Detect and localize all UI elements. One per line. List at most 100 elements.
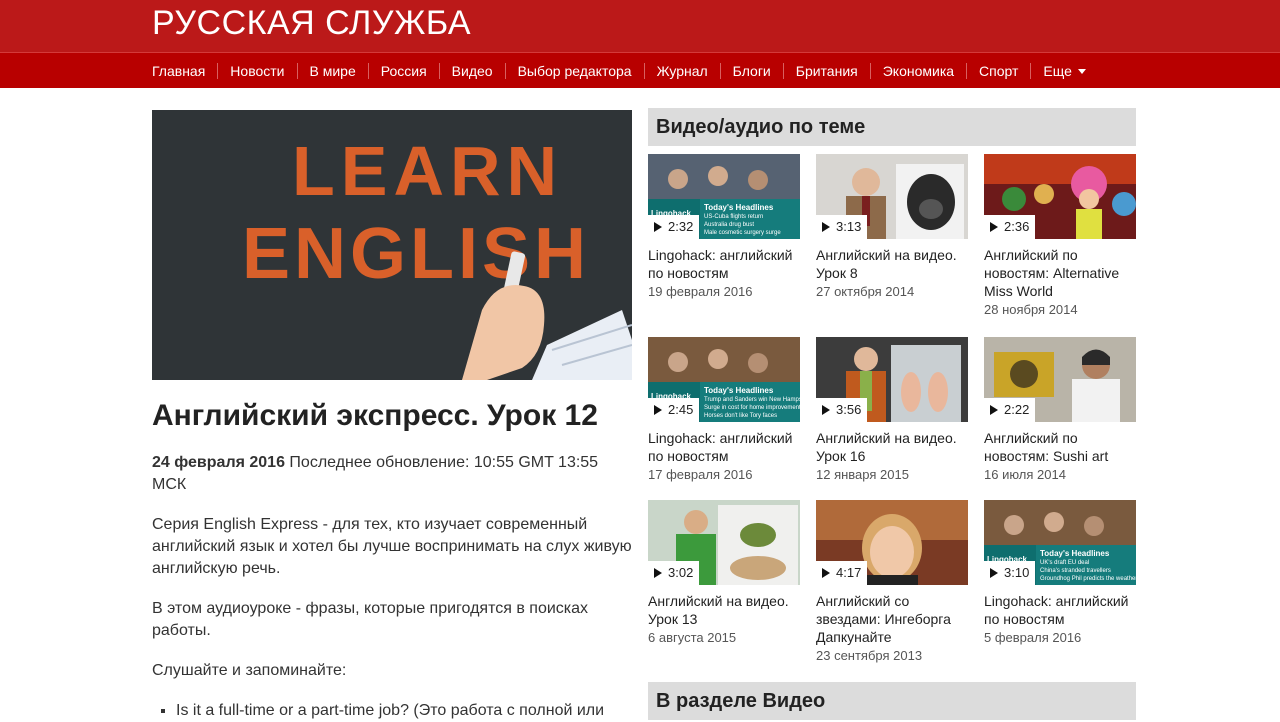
play-icon xyxy=(822,405,830,415)
duration-text: 2:45 xyxy=(668,402,694,417)
nav-item[interactable]: Блоги xyxy=(719,63,783,79)
duration-badge: 2:22 xyxy=(984,398,1036,422)
chevron-down-icon xyxy=(1077,68,1086,74)
main-article: LEARN ENGLISH Английский экспресс. Урок … xyxy=(152,110,632,722)
play-icon xyxy=(654,405,662,415)
media-card[interactable]: 3:56 Английский на видео. Урок 16 12 январ… xyxy=(816,337,968,483)
nav-more-label: Еще xyxy=(1043,63,1072,79)
card-title-link[interactable]: Lingohack: английский по новостям xyxy=(648,429,800,465)
video-thumbnail[interactable]: Lingohack Today's Headlines Trump and Sand… xyxy=(648,337,800,422)
svg-text:Today's Headlines: Today's Headlines xyxy=(704,203,774,212)
nav-item[interactable]: Россия xyxy=(367,63,439,79)
duration-text: 3:10 xyxy=(1004,565,1030,580)
card-title-link[interactable]: Английский со звездами: Ингеборга Дапкун… xyxy=(816,592,968,646)
card-date: 17 февраля 2016 xyxy=(648,467,753,482)
media-card[interactable]: 2:36 Английский по новостям: Alternative … xyxy=(984,154,1136,318)
media-card[interactable]: 3:02 Английский на видео. Урок 13 6 август… xyxy=(648,500,800,646)
article-date: 24 февраля 2016 xyxy=(152,454,285,471)
card-date: 12 января 2015 xyxy=(816,467,909,482)
media-card[interactable]: Lingohack Today's Headlines UK's draft EU … xyxy=(984,500,1136,646)
section-title: Видео/аудио по теме xyxy=(648,108,1136,146)
video-thumbnail[interactable]: 2:22 xyxy=(984,337,1136,422)
video-thumbnail[interactable]: 3:56 xyxy=(816,337,968,422)
card-title-link[interactable]: Английский на видео. Урок 8 xyxy=(816,246,968,282)
card-date: 6 августа 2015 xyxy=(648,630,737,645)
nav-item[interactable]: Новости xyxy=(217,63,296,79)
svg-text:Australia drug bust: Australia drug bust xyxy=(704,222,754,228)
play-icon xyxy=(990,405,998,415)
play-icon xyxy=(654,568,662,578)
card-title-link[interactable]: Lingohack: английский по новостям xyxy=(984,592,1136,628)
svg-text:Today's Headlines: Today's Headlines xyxy=(704,386,774,395)
nav-item[interactable]: Выбор редактора xyxy=(504,63,644,79)
card-date: 19 февраля 2016 xyxy=(648,284,753,299)
play-icon xyxy=(990,568,998,578)
duration-badge: 3:02 xyxy=(648,561,700,585)
nav-item[interactable]: Спорт xyxy=(966,63,1030,79)
card-date: 28 ноября 2014 xyxy=(984,302,1078,317)
article-title: Английский экспресс. Урок 12 xyxy=(152,399,598,432)
hero-text-learn: LEARN xyxy=(292,132,563,210)
related-media: Видео/аудио по теме Lingohack Today's Hea… xyxy=(648,108,1136,674)
svg-text:Horses don't like Tory faces: Horses don't like Tory faces xyxy=(704,413,777,419)
card-date: 16 июля 2014 xyxy=(984,467,1066,482)
video-thumbnail[interactable]: Lingohack Today's Headlines US-Cuba flight… xyxy=(648,154,800,239)
media-card[interactable]: 4:17 Английский со звездами: Ингеборга Да… xyxy=(816,500,968,664)
svg-text:Surge in cost for home improve: Surge in cost for home improvement xyxy=(704,405,800,411)
duration-text: 3:56 xyxy=(836,402,862,417)
svg-text:Groundhog Phil predicts the we: Groundhog Phil predicts the weather xyxy=(1040,576,1136,582)
duration-text: 3:13 xyxy=(836,219,862,234)
video-thumbnail[interactable]: Lingohack Today's Headlines UK's draft EU … xyxy=(984,500,1136,585)
article-paragraph: Слушайте и запоминайте: xyxy=(152,662,347,679)
card-title-link[interactable]: Lingohack: английский по новостям xyxy=(648,246,800,282)
duration-badge: 2:32 xyxy=(648,215,700,239)
card-title-link[interactable]: Английский по новостям: Alternative Miss… xyxy=(984,246,1136,300)
article-paragraph: В этом аудиоуроке - фразы, которые приго… xyxy=(152,600,589,639)
media-grid: Lingohack Today's Headlines US-Cuba flight… xyxy=(648,154,1136,674)
svg-text:US-Cuba flights return: US-Cuba flights return xyxy=(704,214,763,220)
hero-image: LEARN ENGLISH xyxy=(152,110,632,380)
duration-text: 2:22 xyxy=(1004,402,1030,417)
svg-text:Today's Headlines: Today's Headlines xyxy=(1040,549,1110,558)
nav-more-menu[interactable]: Еще xyxy=(1030,63,1098,79)
duration-badge: 3:13 xyxy=(816,215,868,239)
card-title-link[interactable]: Английский по новостям: Sushi art xyxy=(984,429,1136,465)
media-card[interactable]: 3:13 Английский на видео. Урок 8 27 октябр… xyxy=(816,154,968,300)
play-icon xyxy=(990,222,998,232)
play-icon xyxy=(822,568,830,578)
duration-badge: 2:36 xyxy=(984,215,1036,239)
play-icon xyxy=(654,222,662,232)
duration-text: 3:02 xyxy=(668,565,694,580)
site-logo[interactable]: РУССКАЯ СЛУЖБА xyxy=(152,4,471,42)
duration-text: 4:17 xyxy=(836,565,862,580)
media-card[interactable]: Lingohack Today's Headlines Trump and Sand… xyxy=(648,337,800,483)
duration-badge: 3:10 xyxy=(984,561,1036,585)
video-thumbnail[interactable]: 3:02 xyxy=(648,500,800,585)
nav-item[interactable]: Экономика xyxy=(869,63,966,79)
card-title-link[interactable]: Английский на видео. Урок 13 xyxy=(648,592,800,628)
card-title-link[interactable]: Английский на видео. Урок 16 xyxy=(816,429,968,465)
nav-item[interactable]: Главная xyxy=(140,63,217,79)
nav-item[interactable]: В мире xyxy=(296,63,368,79)
video-thumbnail[interactable]: 4:17 xyxy=(816,500,968,585)
duration-badge: 4:17 xyxy=(816,561,868,585)
section-title-video: В разделе Видео xyxy=(648,682,1136,720)
svg-text:Male cosmetic surgery surge: Male cosmetic surgery surge xyxy=(704,230,781,236)
video-thumbnail[interactable]: 2:36 xyxy=(984,154,1136,239)
media-card[interactable]: Lingohack Today's Headlines US-Cuba flight… xyxy=(648,154,800,300)
card-date: 5 февраля 2016 xyxy=(984,630,1082,645)
nav-item[interactable]: Журнал xyxy=(643,63,720,79)
article-meta: 24 февраля 2016 Последнее обновление: 10… xyxy=(152,452,632,496)
play-icon xyxy=(822,222,830,232)
svg-text:UK's draft EU deal: UK's draft EU deal xyxy=(1040,560,1089,566)
svg-text:Trump and Sanders win New Hamp: Trump and Sanders win New Hampshire xyxy=(704,397,800,403)
media-card[interactable]: 2:22 Английский по новостям: Sushi art 16 … xyxy=(984,337,1136,483)
video-thumbnail[interactable]: 3:13 xyxy=(816,154,968,239)
phrase-item: Is it a full-time or a part-time job? (Э… xyxy=(176,700,632,722)
duration-text: 2:32 xyxy=(668,219,694,234)
nav-item[interactable]: Британия xyxy=(782,63,870,79)
phrase-list: Is it a full-time or a part-time job? (Э… xyxy=(152,700,632,722)
nav-item[interactable]: Видео xyxy=(438,63,505,79)
duration-badge: 3:56 xyxy=(816,398,868,422)
card-date: 23 сентября 2013 xyxy=(816,648,923,663)
